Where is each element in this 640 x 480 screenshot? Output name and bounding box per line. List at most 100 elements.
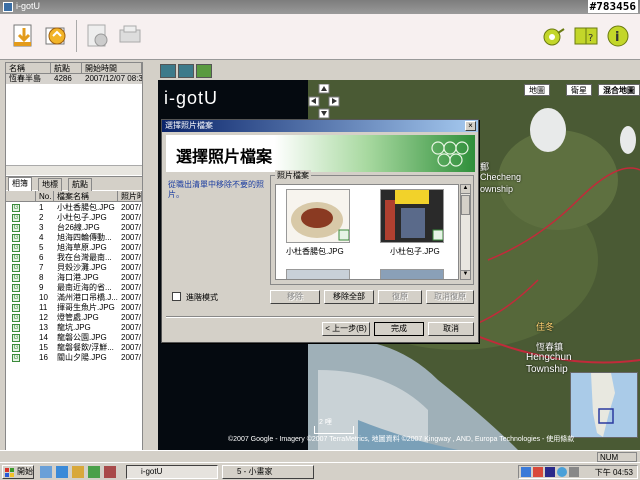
help-button[interactable]: ? (572, 22, 600, 50)
photo-no: 1 (39, 203, 44, 212)
map-view-icon[interactable] (160, 64, 176, 78)
decorative-circles-icon (431, 141, 469, 167)
gear-icon (543, 28, 565, 46)
track-row[interactable]: 恆春半島 4286 2007/12/07 08:33 (6, 74, 142, 84)
task-igotu[interactable]: i-gotU (126, 465, 218, 479)
photo-geotag-icon: G (12, 234, 20, 242)
cancel-button[interactable]: 取消 (428, 322, 474, 336)
photo-row[interactable]: G 12 燈管處.JPG 2007/ (6, 313, 142, 323)
photo-geotag-icon: G (12, 314, 20, 322)
tab-waypoint[interactable]: 航點 (68, 178, 92, 191)
photo-list: No. 檔案名稱 照片時 G 1 小杜香腸包.JPG 2007/G 2 小杜包子.JPG 2… (6, 191, 142, 453)
photo-row[interactable]: G 11 揮哥生魚片.JPG 2007/ (6, 303, 142, 313)
map-mode-satellite[interactable]: 衛星 (566, 84, 592, 96)
photo-row[interactable]: G 8 海口港.JPG 2007/ (6, 273, 142, 283)
quicklaunch-folder-icon[interactable] (72, 466, 84, 478)
track-header-waypoints[interactable]: 航點 (51, 63, 82, 74)
photo-header-no[interactable]: No. (36, 191, 54, 202)
task-paint[interactable]: 5 - 小畫家 (222, 465, 314, 479)
track-header-start[interactable]: 開始時間 (82, 63, 142, 74)
photo-row[interactable]: G 5 旭海草原.JPG 2007/ (6, 243, 142, 253)
photo-time: 2007/ (121, 263, 142, 272)
photo-time: 2007/ (121, 333, 142, 342)
photo-no: 5 (39, 243, 44, 252)
map-photo-icon[interactable] (178, 64, 194, 78)
quicklaunch-app-icon[interactable] (104, 466, 116, 478)
task-label: 5 - 小畫家 (237, 467, 273, 476)
thumbnail[interactable] (380, 269, 444, 279)
import-button[interactable] (10, 22, 38, 50)
status-bar: NUM (0, 450, 640, 462)
photo-time: 2007/ (121, 283, 142, 292)
thumbnail-scrollbar[interactable]: ▲ ▼ (460, 184, 471, 280)
print-button[interactable] (116, 22, 144, 50)
thumbnail-list: 小杜香腸包.JPG 小杜包子.JPG (275, 184, 459, 280)
back-button[interactable]: < 上一步(B) (322, 322, 370, 336)
info-button[interactable]: i (604, 22, 632, 50)
cancel-restore-button[interactable]: 取消復原 (426, 290, 474, 304)
quicklaunch-ie-icon[interactable] (56, 466, 68, 478)
photo-file: 小杜包子.JPG (57, 213, 107, 222)
export-button[interactable] (84, 22, 112, 50)
dialog-title-bar: 選擇照片檔案 × (162, 120, 478, 132)
photo-row[interactable]: G 14 龍磐公園.JPG 2007/ (6, 333, 142, 343)
tray-update-icon[interactable] (557, 467, 567, 477)
photo-no: 16 (39, 353, 48, 362)
tab-album[interactable]: 相簿 (8, 177, 32, 191)
quicklaunch-media-icon[interactable] (88, 466, 100, 478)
track-header-name[interactable]: 名稱 (6, 63, 51, 74)
tray-security-icon[interactable] (533, 467, 543, 477)
tray-messenger-icon[interactable] (545, 467, 555, 477)
thumbnail[interactable] (286, 189, 350, 243)
dialog-close-button[interactable]: × (465, 121, 476, 131)
scroll-down-arrow-icon[interactable]: ▼ (461, 270, 470, 279)
photo-row[interactable]: G 6 我在台灣最南... 2007/ (6, 253, 142, 263)
thumbnail[interactable] (380, 189, 444, 243)
overview-map[interactable] (570, 372, 638, 438)
photo-header-file[interactable]: 檔案名稱 (54, 191, 118, 202)
remove-all-button[interactable]: 移除全部 (324, 290, 374, 304)
start-button[interactable]: 開始 (2, 465, 34, 479)
map-pan-control[interactable] (306, 83, 342, 120)
tab-landmark[interactable]: 地標 (38, 178, 62, 191)
map-earth-icon[interactable] (196, 64, 212, 78)
map-mode-map[interactable]: 地圖 (524, 84, 550, 96)
photo-row[interactable]: G 1 小杜香腸包.JPG 2007/ (6, 203, 142, 213)
sync-button[interactable] (42, 22, 70, 50)
map-mode-hybrid[interactable]: 混合地圖 (598, 84, 640, 96)
track-horizontal-scrollbar[interactable] (6, 165, 142, 175)
map-copyright: ©2007 Google - Imagery ©2007 TerraMetric… (228, 436, 575, 443)
scroll-thumb[interactable] (461, 195, 470, 215)
restore-button[interactable]: 復原 (378, 290, 422, 304)
settings-button[interactable] (540, 22, 568, 50)
quicklaunch-desktop-icon[interactable] (40, 466, 52, 478)
advanced-mode-checkbox[interactable] (172, 292, 181, 301)
photo-time: 2007/ (121, 203, 142, 212)
photo-row[interactable]: G 4 旭海四輪傳動... 2007/ (6, 233, 142, 243)
photo-row[interactable]: G 7 貝殼沙灘.JPG 2007/ (6, 263, 142, 273)
remove-button[interactable]: 移除 (270, 290, 320, 304)
photo-row[interactable]: G 10 滿州港口吊橋.J... 2007/ (6, 293, 142, 303)
photo-row[interactable]: G 9 最南近海的省... 2007/ (6, 283, 142, 293)
photo-geotag-icon: G (12, 324, 20, 332)
scroll-up-arrow-icon[interactable]: ▲ (461, 185, 470, 194)
photo-geotag-icon: G (12, 284, 20, 292)
track-start: 2007/12/07 08:33 (85, 74, 142, 83)
tray-volume-icon[interactable] (569, 467, 579, 477)
photo-row[interactable]: G 16 關山夕陽.JPG 2007/ (6, 353, 142, 363)
photo-row[interactable]: G 13 龍坑.JPG 2007/ (6, 323, 142, 333)
tab-bar: 相簿 地標 航點 (6, 176, 142, 191)
tray-network-icon[interactable] (521, 467, 531, 477)
photo-header-blank (6, 191, 36, 202)
photo-row[interactable]: G 15 龍磐餐飲/浮鮮... 2007/ (6, 343, 142, 353)
photo-row[interactable]: G 3 台26線.JPG 2007/ (6, 223, 142, 233)
finish-button[interactable]: 完成 (374, 322, 424, 336)
thumbnail[interactable] (286, 269, 350, 279)
photo-file: 我在台灣最南... (57, 253, 112, 262)
dialog-title: 選擇照片檔案 (165, 121, 213, 130)
map-label: ownship (480, 184, 514, 194)
clock: 下午 04:53 (594, 468, 633, 477)
photo-no: 10 (39, 293, 48, 302)
photo-row[interactable]: G 2 小杜包子.JPG 2007/ (6, 213, 142, 223)
photo-header-time[interactable]: 照片時 (118, 191, 142, 202)
